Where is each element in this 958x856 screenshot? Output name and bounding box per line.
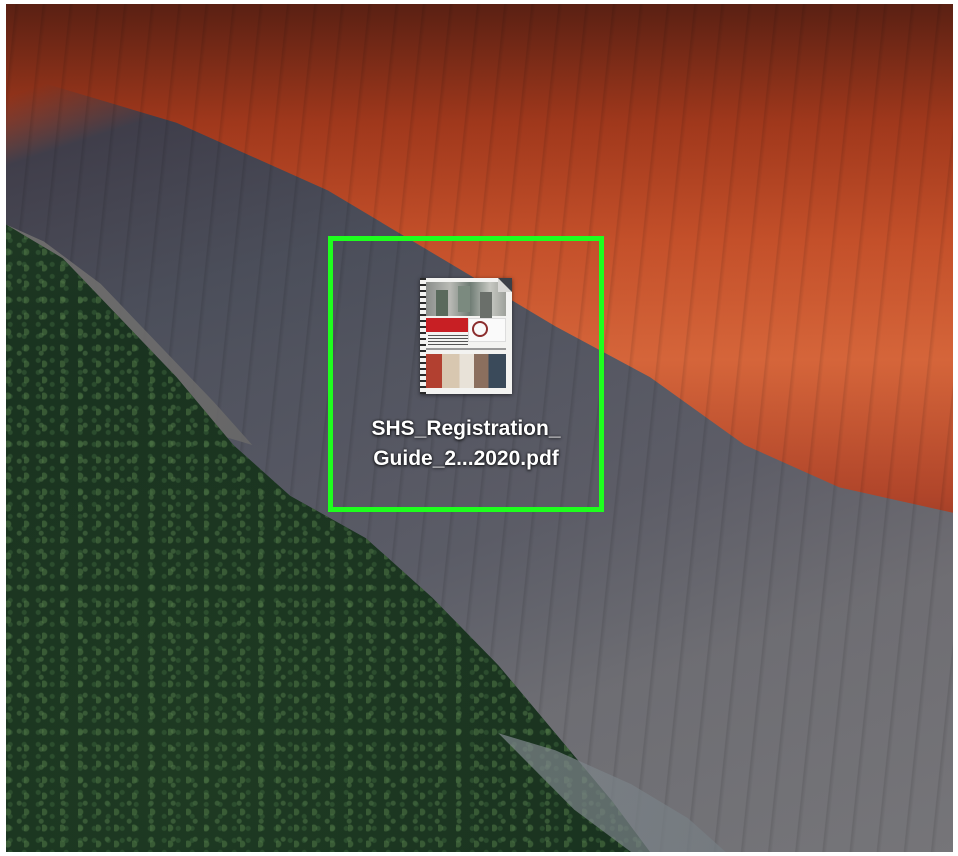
pdf-document-icon[interactable] [420, 278, 512, 394]
file-name-label[interactable]: SHS_Registration_ Guide_2...2020.pdf [340, 414, 592, 474]
thumbnail-binding [420, 278, 426, 394]
page-curl [498, 278, 512, 292]
file-name-line-2: Guide_2...2020.pdf [373, 447, 559, 470]
thumbnail-title-lines [428, 335, 468, 345]
thumbnail-seal [472, 321, 488, 337]
file-name-line-1: SHS_Registration_ [371, 417, 561, 440]
thumbnail-photo-top [426, 282, 506, 316]
desktop-file-item[interactable]: SHS_Registration_ Guide_2...2020.pdf [340, 278, 592, 474]
thumbnail-photo-bottom [426, 354, 506, 388]
thumbnail-text-line [426, 348, 506, 350]
